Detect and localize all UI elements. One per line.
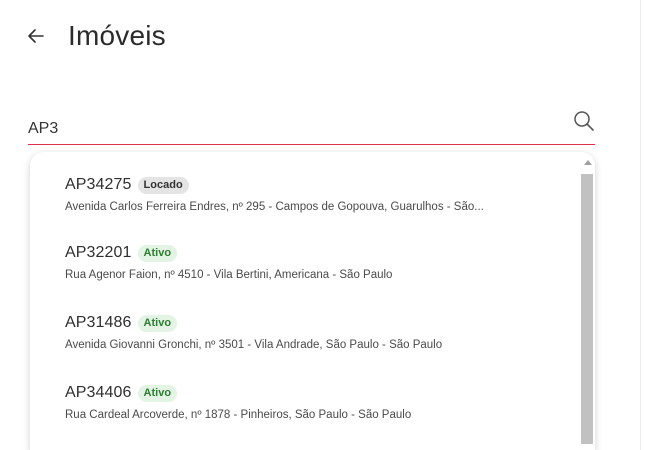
result-item[interactable]: AP34275 Locado Avenida Carlos Ferreira E…	[30, 152, 580, 234]
result-item[interactable]: AP34406 Ativo Rua Cardeal Arcoverde, nº …	[30, 374, 580, 444]
result-code-row: AP31486 Ativo	[65, 312, 580, 334]
status-badge: Ativo	[137, 314, 178, 332]
result-code: AP31486	[65, 314, 132, 331]
scroll-up-arrow-icon[interactable]	[584, 160, 592, 165]
result-address: Rua Cardeal Arcoverde, nº 1878 - Pinheir…	[65, 409, 412, 421]
status-badge: Ativo	[137, 384, 178, 402]
result-code: AP32201	[65, 244, 132, 261]
panel-divider	[640, 0, 641, 450]
search-underline	[28, 144, 595, 145]
result-code-row: AP32201 Ativo	[65, 242, 580, 264]
arrow-left-icon[interactable]	[26, 26, 46, 46]
result-code-row: AP34406 Ativo	[65, 382, 580, 404]
page-header: Imóveis	[26, 14, 166, 58]
result-code-row: AP34275 Locado	[65, 174, 580, 196]
result-code: AP34275	[65, 176, 132, 193]
result-address: Avenida Carlos Ferreira Endres, nº 295 -…	[65, 201, 484, 213]
result-code: AP34406	[65, 384, 132, 401]
result-item[interactable]: AP32201 Ativo Rua Agenor Faion, nº 4510 …	[30, 234, 580, 304]
status-badge: Ativo	[137, 244, 178, 262]
result-list: AP34275 Locado Avenida Carlos Ferreira E…	[30, 152, 580, 444]
status-badge: Locado	[137, 176, 189, 194]
result-item[interactable]: AP31486 Ativo Avenida Giovanni Gronchi, …	[30, 304, 580, 374]
result-address: Avenida Giovanni Gronchi, nº 3501 - Vila…	[65, 339, 443, 351]
scrollbar-thumb[interactable]	[581, 174, 593, 444]
search-input[interactable]	[28, 108, 548, 144]
search-bar	[28, 108, 595, 146]
page-title: Imóveis	[68, 20, 166, 51]
result-address: Rua Agenor Faion, nº 4510 - Vila Bertini…	[65, 269, 393, 281]
scrollbar[interactable]	[579, 152, 595, 450]
search-results-dropdown: AP34275 Locado Avenida Carlos Ferreira E…	[30, 152, 595, 450]
page: Imóveis AP34275 Locado Avenida Carlos Fe…	[0, 0, 645, 450]
search-icon[interactable]	[573, 110, 595, 132]
